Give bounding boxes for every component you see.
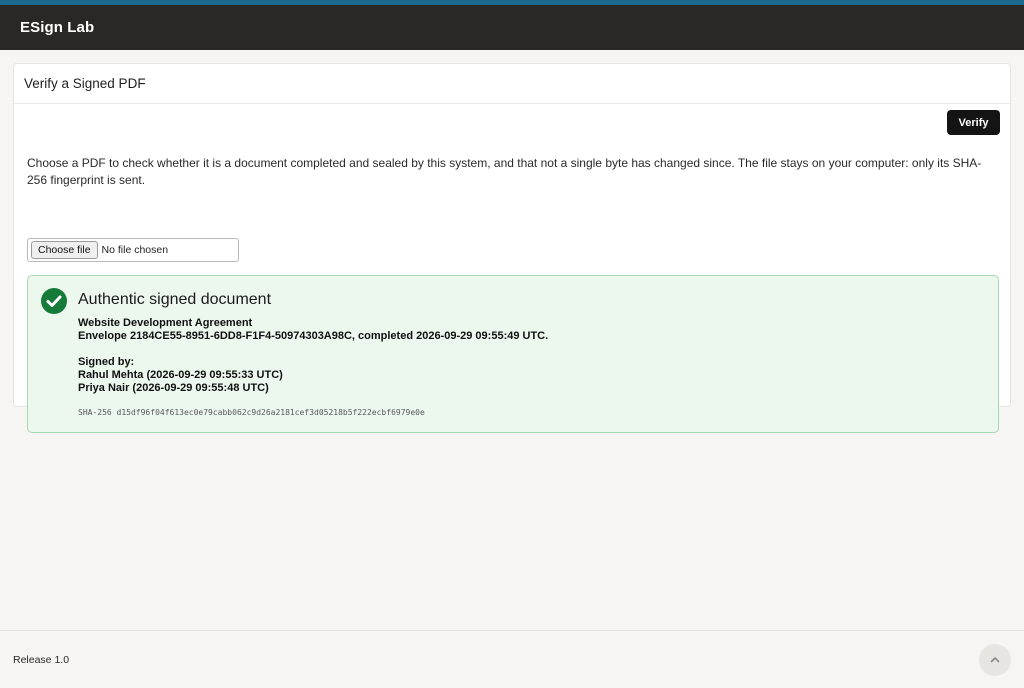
- signer-item: Priya Nair (2026-09-29 09:55:48 UTC): [78, 382, 269, 394]
- envelope-info: Envelope 2184CE55-8951-6DD8-F1F4-5097430…: [78, 330, 549, 342]
- check-circle-icon: [41, 288, 67, 314]
- scroll-to-top-button[interactable]: [979, 644, 1011, 676]
- card-header: Verify a Signed PDF: [14, 64, 1010, 104]
- file-status-text: No file chosen: [101, 244, 169, 256]
- choose-file-button[interactable]: Choose file: [31, 241, 98, 259]
- sha256-hash: SHA-256 d15df96f04f613ec0e79cabb062c9d26…: [78, 408, 425, 417]
- verify-description: Choose a PDF to check whether it is a do…: [27, 156, 982, 187]
- chevron-up-icon: [990, 657, 1000, 663]
- release-version: Release 1.0: [13, 654, 70, 666]
- page-footer: Release 1.0: [0, 630, 1024, 688]
- signer-item: Rahul Mehta (2026-09-29 09:55:33 UTC): [78, 369, 283, 381]
- card-body: Verify Choose a PDF to check whether it …: [14, 104, 1010, 433]
- document-name: Website Development Agreement: [78, 317, 253, 329]
- verify-card: Verify a Signed PDF Verify Choose a PDF …: [13, 63, 1011, 433]
- app-brand[interactable]: ESign Lab: [20, 19, 94, 36]
- result-title: Authentic signed document: [78, 291, 272, 308]
- pdf-file-input[interactable]: Choose file No file chosen: [27, 238, 239, 262]
- verification-result: Authentic signed document Website Develo…: [27, 275, 999, 433]
- verify-button[interactable]: Verify: [947, 110, 1000, 135]
- signed-by-label: Signed by:: [78, 356, 135, 368]
- page-title: Verify a Signed PDF: [24, 76, 146, 91]
- app-header: ESign Lab: [0, 5, 1024, 50]
